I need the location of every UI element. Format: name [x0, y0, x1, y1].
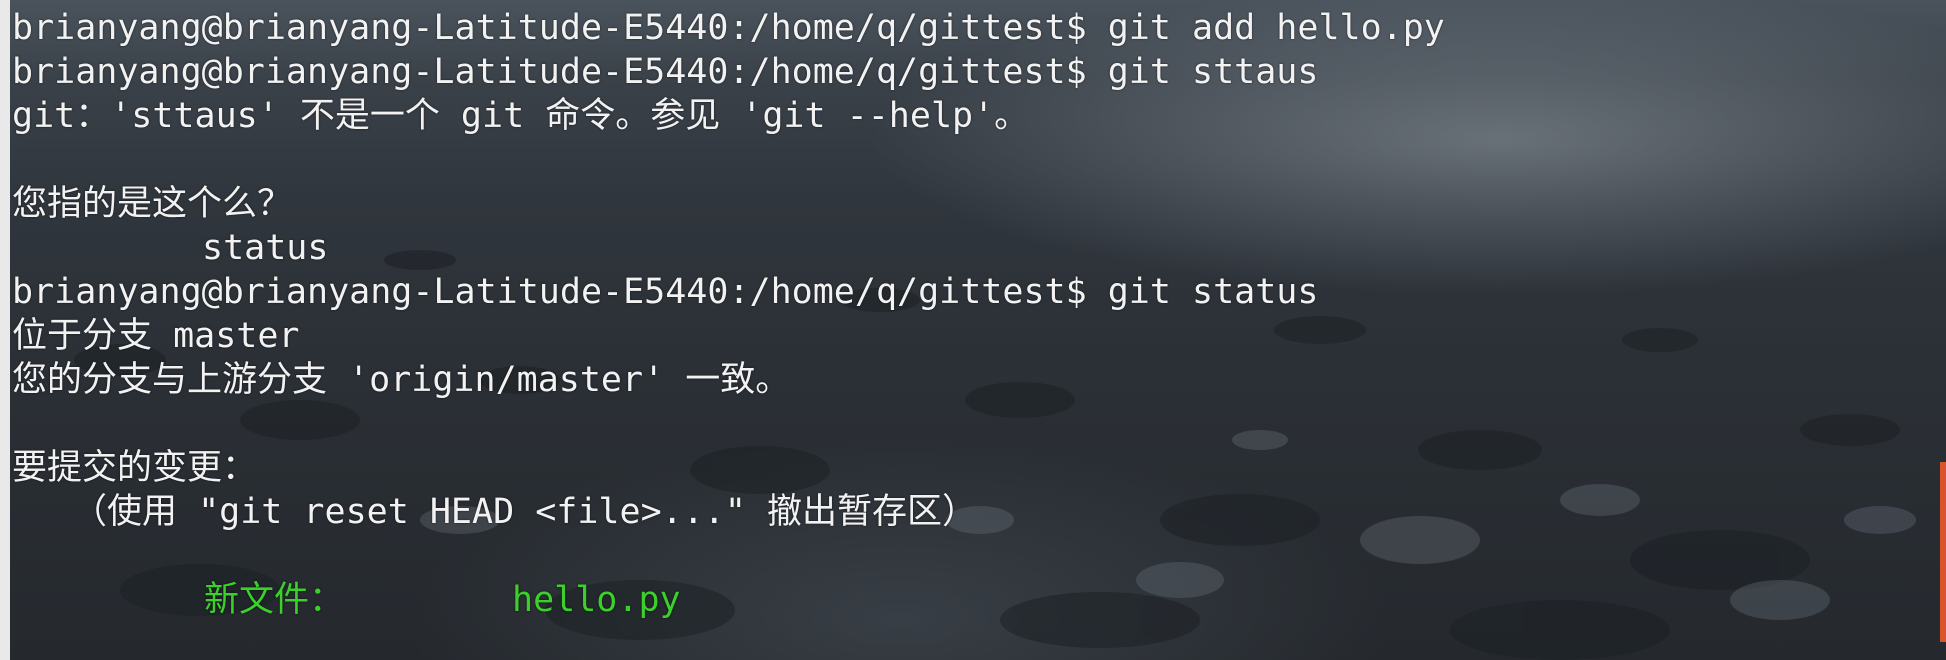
new-file-label: 新文件：	[204, 580, 345, 620]
terminal-line: 您指的是这个么？	[12, 184, 293, 224]
terminal-line: brianyang@brianyang-Latitude-E5440:/home…	[12, 52, 1319, 92]
terminal-window[interactable]: brianyang@brianyang-Latitude-E5440:/home…	[0, 0, 1946, 660]
terminal-line: brianyang@brianyang-Latitude-E5440:/home…	[12, 8, 1445, 48]
terminal-line: status	[202, 228, 329, 268]
terminal-line: 位于分支 master	[12, 316, 300, 356]
window-left-edge	[0, 0, 10, 660]
terminal-line: brianyang@brianyang-Latitude-E5440:/home…	[12, 272, 1319, 312]
staged-file-name: hello.py	[512, 580, 681, 620]
terminal-line: 您的分支与上游分支 'origin/master' 一致。	[12, 360, 791, 400]
terminal-line: git：'sttaus' 不是一个 git 命令。参见 'git --help'…	[12, 96, 1030, 136]
scroll-indicator[interactable]	[1940, 462, 1946, 642]
terminal-line: （使用 "git reset HEAD <file>..." 撤出暂存区）	[72, 492, 978, 532]
staged-file-line: 新文件： hello.py	[12, 578, 1926, 622]
terminal-output: brianyang@brianyang-Latitude-E5440:/home…	[12, 6, 1926, 622]
terminal-line: 要提交的变更：	[12, 448, 258, 488]
